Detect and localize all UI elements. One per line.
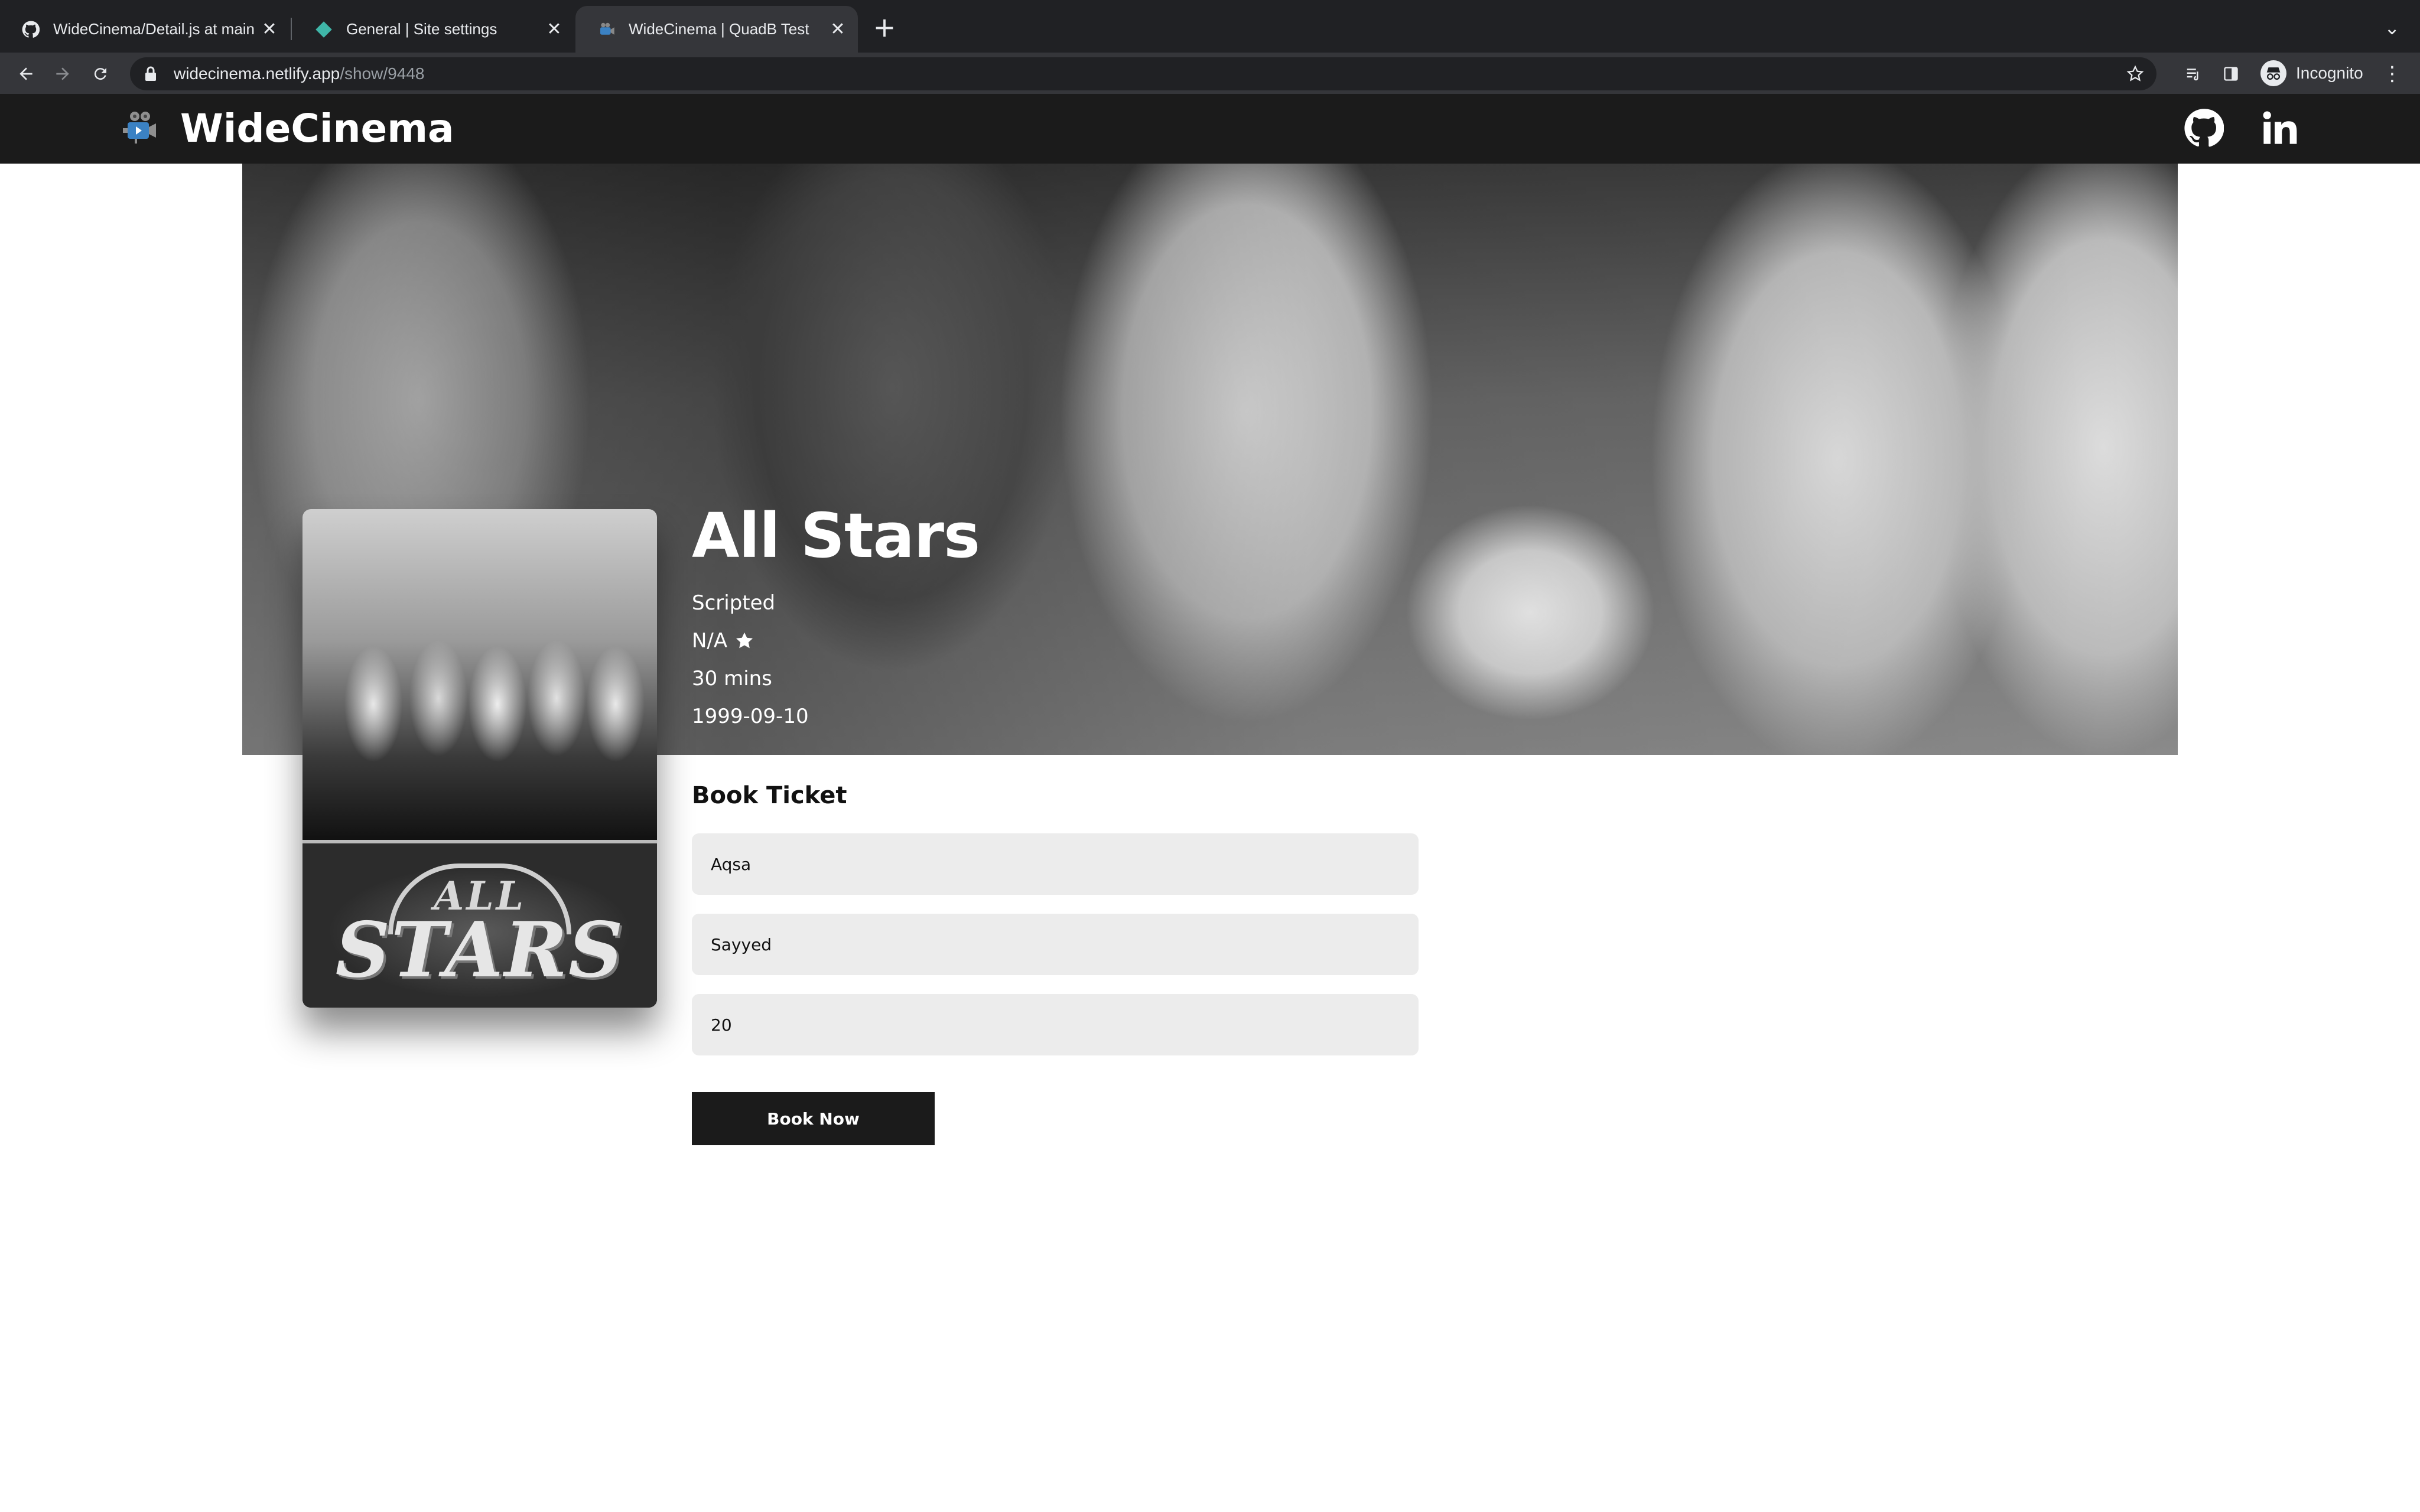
linkedin-icon[interactable] bbox=[2258, 107, 2301, 149]
show-runtime: 30 mins bbox=[692, 667, 772, 690]
github-icon bbox=[21, 20, 40, 39]
lock-icon[interactable] bbox=[144, 66, 161, 82]
tab-widecinema[interactable]: WideCinema | QuadB Test ✕ bbox=[575, 6, 858, 53]
show-type-text: Scripted bbox=[692, 591, 776, 615]
show-rating-text: N/A bbox=[692, 629, 728, 653]
poster-logo-text-bottom: STARS bbox=[335, 906, 624, 995]
bookmark-star-icon[interactable] bbox=[2125, 63, 2146, 84]
incognito-profile-button[interactable]: Incognito bbox=[2257, 57, 2376, 89]
browser-toolbar: widecinema.netlify.app /show/9448 Incogn… bbox=[0, 53, 2420, 94]
tab-netlify[interactable]: General | Site settings ✕ bbox=[293, 6, 574, 53]
show-runtime-text: 30 mins bbox=[692, 667, 772, 690]
show-title: All Stars bbox=[692, 500, 980, 572]
browser-tab-strip: WideCinema/Detail.js at main · aqsa2104/… bbox=[0, 0, 2420, 53]
show-rating: N/A bbox=[692, 629, 754, 653]
address-bar[interactable]: widecinema.netlify.app /show/9448 bbox=[130, 57, 2156, 90]
show-premiered: 1999-09-10 bbox=[692, 705, 809, 728]
close-icon[interactable]: ✕ bbox=[542, 18, 566, 41]
poster-photo bbox=[302, 509, 657, 840]
poster-logo-panel: ALL STARS bbox=[302, 843, 657, 1008]
back-arrow-icon[interactable] bbox=[13, 61, 39, 87]
menu-kebab-icon[interactable]: ⋮ bbox=[2382, 62, 2402, 86]
first-name-input[interactable] bbox=[692, 833, 1419, 895]
movie-camera-logo-icon[interactable] bbox=[122, 108, 160, 146]
widecinema-icon bbox=[597, 20, 616, 39]
tab-github[interactable]: WideCinema/Detail.js at main · aqsa2104/… bbox=[0, 6, 290, 53]
url-host: widecinema.netlify.app bbox=[174, 64, 340, 83]
tab-title: General | Site settings bbox=[346, 20, 497, 38]
last-name-input[interactable] bbox=[692, 914, 1419, 975]
show-premiered-text: 1999-09-10 bbox=[692, 705, 809, 728]
incognito-icon bbox=[2260, 60, 2286, 86]
book-ticket-heading: Book Ticket bbox=[692, 782, 847, 809]
close-icon[interactable]: ✕ bbox=[258, 18, 281, 41]
show-type: Scripted bbox=[692, 591, 775, 615]
profile-label: Incognito bbox=[2296, 64, 2363, 82]
star-icon bbox=[734, 631, 754, 651]
url-path: /show/9448 bbox=[340, 64, 425, 83]
github-icon[interactable] bbox=[2182, 107, 2225, 149]
tab-title: WideCinema/Detail.js at main · aqsa2104/… bbox=[53, 20, 258, 38]
site-header: WideCinema bbox=[0, 94, 2420, 164]
reading-list-icon[interactable] bbox=[2184, 61, 2204, 87]
tab-separator bbox=[291, 18, 292, 40]
netlify-icon bbox=[314, 20, 333, 39]
book-now-button[interactable]: Book Now bbox=[692, 1092, 935, 1145]
close-icon[interactable]: ✕ bbox=[826, 18, 850, 41]
reload-icon[interactable] bbox=[87, 61, 113, 87]
tab-search-chevron-icon[interactable]: ⌄ bbox=[2384, 17, 2400, 39]
forward-arrow-icon[interactable] bbox=[50, 61, 76, 87]
tab-title: WideCinema | QuadB Test bbox=[629, 20, 809, 38]
new-tab-button[interactable]: + bbox=[871, 14, 897, 41]
age-input[interactable] bbox=[692, 994, 1419, 1055]
side-panel-icon[interactable] bbox=[2223, 61, 2239, 87]
show-poster: ALL STARS bbox=[302, 509, 657, 1008]
site-brand[interactable]: WideCinema bbox=[180, 106, 454, 151]
